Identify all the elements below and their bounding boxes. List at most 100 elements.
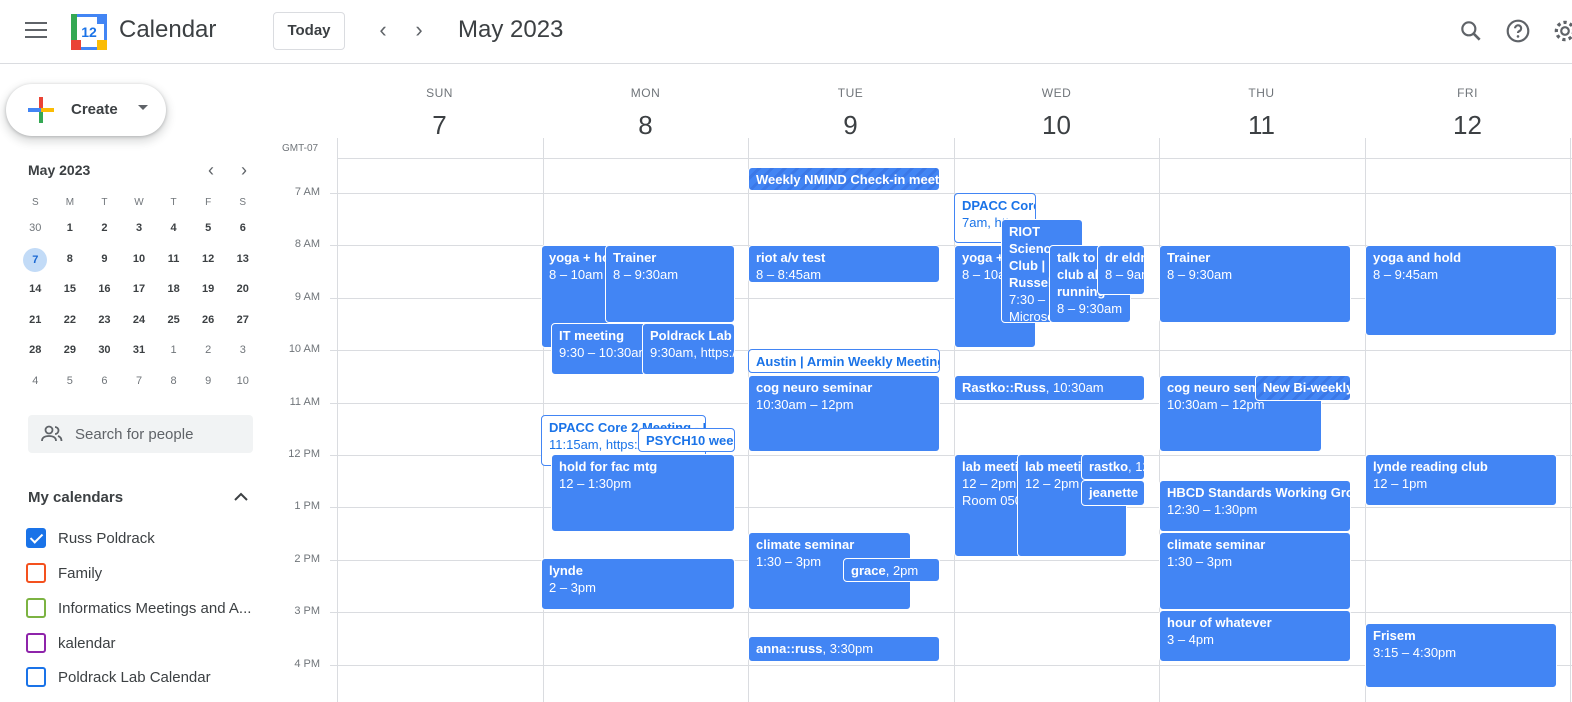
calendar-event[interactable]: Poldrack Lab meeting 9:30am, https:// [642,323,735,375]
day-number[interactable]: 10 [954,110,1159,141]
calendar-event[interactable]: cog neuro seminar 10:30am – 12pm [748,375,940,452]
mini-calendar-day[interactable]: 9 [191,370,226,401]
mini-calendar-day[interactable]: 25 [156,309,191,340]
calendar-event[interactable]: Rastko::Russ, 10:30am [954,375,1145,401]
mini-calendar-day[interactable]: 21 [18,309,53,340]
calendar-checkbox[interactable] [26,598,46,618]
mini-calendar-day[interactable]: 6 [87,370,122,401]
calendar-checkbox[interactable] [26,667,46,687]
mini-calendar-day[interactable]: 26 [191,309,226,340]
calendar-event[interactable]: Trainer 8 – 9:30am [605,245,735,323]
calendar-event[interactable]: Frisem 3:15 – 4:30pm [1365,623,1557,688]
day-header[interactable]: WED 10 [954,86,1159,141]
collapse-chevron-up-icon[interactable] [232,488,250,506]
mini-calendar-day[interactable]: 3 [225,339,260,370]
mini-calendar-day[interactable]: 16 [87,278,122,309]
mini-calendar-day[interactable]: 24 [122,309,157,340]
mini-calendar-day[interactable]: 31 [122,339,157,370]
mini-calendar-day[interactable]: 8 [53,248,88,279]
day-header[interactable]: MON 8 [543,86,748,141]
mini-calendar-day[interactable]: 7 [18,247,53,279]
calendar-checkbox[interactable] [26,633,46,653]
calendar-event[interactable]: hold for fac mtg 12 – 1:30pm [551,454,735,532]
mini-calendar-day[interactable]: 19 [191,278,226,309]
calendar-event[interactable]: anna::russ, 3:30pm [748,636,940,662]
mini-calendar-day[interactable]: 30 [87,339,122,370]
my-calendars-title[interactable]: My calendars [28,489,123,506]
calendar-checkbox[interactable] [26,563,46,583]
mini-calendar-day[interactable]: 4 [18,370,53,401]
calendar-list-item[interactable]: kalendar [26,632,266,654]
mini-calendar-next-icon[interactable]: › [234,160,254,180]
calendar-list-item[interactable]: Family [26,562,266,584]
search-people-field[interactable]: Search for people [28,415,253,453]
mini-calendar-day[interactable]: 2 [191,339,226,370]
mini-calendar-day[interactable]: 29 [53,339,88,370]
mini-calendar-day[interactable]: 23 [87,309,122,340]
mini-calendar-day[interactable]: 4 [156,217,191,248]
calendar-event[interactable]: Weekly NMIND Check-in meeting [748,167,940,191]
mini-calendar-day[interactable]: 8 [156,370,191,401]
today-button[interactable]: Today [273,12,345,50]
calendar-event[interactable]: lynde 2 – 3pm [541,558,735,610]
mini-calendar-day[interactable]: 3 [122,217,157,248]
day-number[interactable]: 9 [748,110,953,141]
mini-calendar-day[interactable]: 14 [18,278,53,309]
mini-calendar-day[interactable]: 7 [122,370,157,401]
calendar-event[interactable]: riot a/v test 8 – 8:45am [748,245,940,283]
calendar-event[interactable]: climate seminar 1:30 – 3pm [1159,532,1351,610]
calendar-event[interactable]: lynde reading club 12 – 1pm [1365,454,1557,506]
calendar-event[interactable]: PSYCH10 week [638,428,735,452]
mini-calendar-day[interactable]: 10 [122,248,157,279]
mini-calendar-day[interactable]: 5 [53,370,88,401]
calendar-event[interactable]: Trainer 8 – 9:30am [1159,245,1351,323]
search-icon[interactable] [1458,18,1484,44]
mini-calendar-day[interactable]: 1 [53,217,88,248]
next-week-chevron-icon[interactable]: › [407,18,431,42]
mini-calendar-prev-icon[interactable]: ‹ [201,160,221,180]
mini-calendar-day[interactable]: 28 [18,339,53,370]
mini-calendar-day[interactable]: 30 [18,217,53,248]
mini-calendar-day[interactable]: 6 [225,217,260,248]
help-icon[interactable] [1505,18,1531,44]
calendar-event[interactable]: hour of whatever 3 – 4pm [1159,610,1351,662]
day-header[interactable]: THU 11 [1159,86,1364,141]
mini-calendar-day[interactable]: 20 [225,278,260,309]
calendar-list-item[interactable]: Informatics Meetings and A... [26,597,266,619]
day-header[interactable]: TUE 9 [748,86,953,141]
mini-calendar-day[interactable]: 10 [225,370,260,401]
main-menu-icon[interactable] [22,22,50,42]
day-header[interactable]: SUN 7 [337,86,542,141]
calendar-event[interactable]: Austin | Armin Weekly Meeting [748,349,940,373]
calendar-checkbox[interactable] [26,528,46,548]
day-number[interactable]: 7 [337,110,542,141]
day-header[interactable]: FRI 12 [1365,86,1570,141]
mini-calendar-day[interactable]: 18 [156,278,191,309]
day-number[interactable]: 8 [543,110,748,141]
previous-week-chevron-icon[interactable]: ‹ [371,18,395,42]
mini-calendar-day[interactable]: 27 [225,309,260,340]
mini-calendar-day[interactable]: 2 [87,217,122,248]
day-number[interactable]: 11 [1159,110,1364,141]
mini-calendar-day[interactable]: 9 [87,248,122,279]
calendar-event[interactable]: HBCD Standards Working Group 12:30 – 1:30… [1159,480,1351,532]
mini-calendar-day[interactable]: 12 [191,248,226,279]
mini-calendar-day[interactable]: 22 [53,309,88,340]
calendar-event[interactable]: jeanette [1081,480,1145,506]
calendar-event[interactable]: yoga and hold 8 – 9:45am [1365,245,1557,336]
calendar-logo-icon[interactable]: 12 [71,14,107,50]
mini-calendar-day[interactable]: 15 [53,278,88,309]
mini-calendar-day[interactable]: 11 [156,248,191,279]
create-button[interactable]: Create [6,84,166,136]
mini-calendar-day[interactable]: 1 [156,339,191,370]
day-number[interactable]: 12 [1365,110,1570,141]
calendar-event[interactable]: grace, 2pm [843,558,940,582]
settings-gear-icon[interactable] [1552,18,1572,44]
mini-calendar-day[interactable]: 17 [122,278,157,309]
mini-calendar-day[interactable]: 13 [225,248,260,279]
calendar-list-item[interactable]: Poldrack Lab Calendar [26,666,266,688]
calendar-list-item[interactable]: Russ Poldrack [26,527,266,549]
calendar-event[interactable]: rastko, 12 [1081,454,1145,480]
calendar-event[interactable]: New Bi-weekly [1255,375,1351,401]
mini-calendar-day[interactable]: 5 [191,217,226,248]
